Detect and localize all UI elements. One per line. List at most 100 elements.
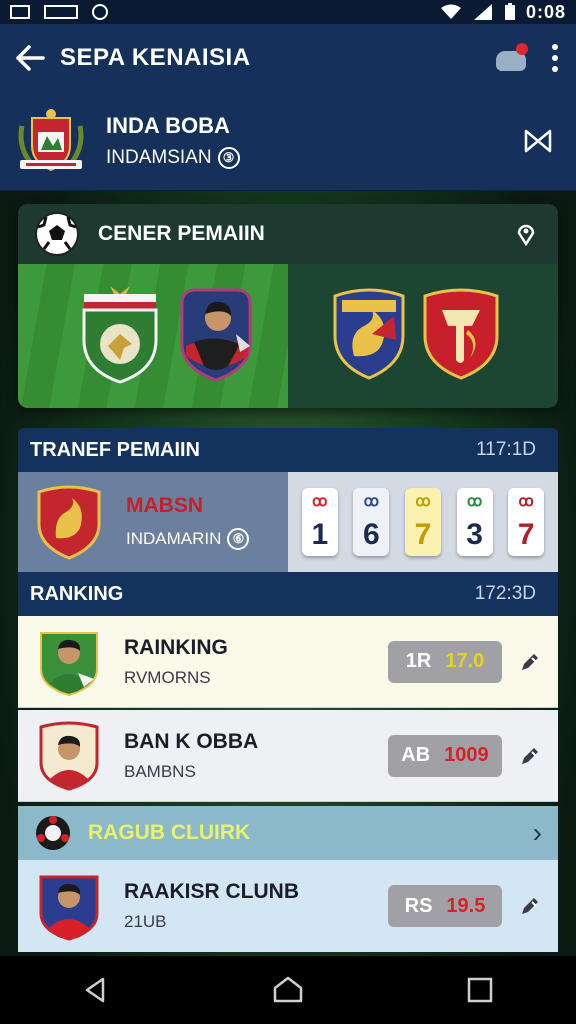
page-title: SEPA KENAISIA: [60, 44, 251, 71]
club-crest-logo: [16, 106, 86, 176]
pencil-icon: [522, 747, 538, 764]
notification-dot: [516, 43, 528, 55]
pencil-icon: [522, 653, 538, 670]
score-tile-value: 6: [363, 518, 380, 551]
club-row-sub: 21UB: [124, 912, 167, 931]
notification-icon: [10, 5, 30, 19]
score-tile-value: 1: [311, 518, 329, 551]
club-name: INDA BOBA: [106, 113, 230, 138]
ranking-code: 172:3D: [474, 583, 536, 604]
edit-button[interactable]: [502, 642, 558, 682]
ranking-score-value: 1009: [444, 744, 489, 766]
arrow-left-icon: [16, 45, 45, 71]
edit-button[interactable]: [502, 736, 558, 776]
ranking-sub: BAMBNS: [124, 761, 196, 781]
ranking-score-label: 1R: [405, 650, 432, 672]
transfer-team-sub: INDAMARIN: [126, 529, 222, 548]
away-team-crest: [332, 286, 406, 387]
notifications-button[interactable]: [492, 41, 528, 75]
score-tile: ꝏ7: [508, 488, 545, 556]
score-tile-mark: ꝏ: [312, 493, 328, 510]
more-dot-icon: [552, 44, 558, 50]
signal-icon: [473, 4, 492, 20]
soccer-ball-icon: [34, 211, 80, 257]
club-row[interactable]: RAAKISR CLUNB 21UB RS 19.5: [18, 860, 558, 952]
ranking-header: RANKING 172:3D: [18, 572, 558, 616]
nav-recents-button[interactable]: [450, 965, 510, 1015]
club-row-name: RAAKISR CLUNB: [124, 880, 299, 903]
more-dot-icon: [552, 66, 558, 72]
ranking-score: 1R 17.0: [388, 640, 502, 683]
ranking-score: AB 1009: [388, 734, 502, 777]
bookmark-button[interactable]: [522, 125, 554, 157]
club-group-label: RAGUB CLUIRK: [88, 821, 251, 844]
ranking-row[interactable]: BAN K OBBA BAMBNS AB 1009: [18, 710, 558, 802]
score-tile-value: 7: [414, 518, 432, 551]
club-row-score: RS 19.5: [388, 885, 502, 927]
ranking-name: BAN K OBBA: [124, 729, 259, 753]
system-nav-bar: [0, 956, 576, 1024]
score-tile-value: 3: [466, 518, 483, 551]
transfer-code: 117:1D: [476, 439, 536, 460]
transfer-team[interactable]: MABSN INDAMARIN ⑥: [18, 472, 288, 572]
score-tile: ꝏ3: [456, 488, 493, 556]
pitch-right: [288, 264, 558, 408]
score-tiles: ꝏ1ꝏ6ꝏ7ꝏ3ꝏ7: [288, 472, 558, 572]
triangle-back-icon: [85, 977, 105, 1003]
score-tile: ꝏ6: [353, 488, 390, 556]
chevron-right-icon: ›: [532, 817, 542, 848]
ranking-row[interactable]: RAINKING RVMORNS 1R 17.0: [18, 616, 558, 708]
ranking-name: RAINKING: [124, 635, 228, 659]
score-tile: ꝏ7: [404, 488, 441, 556]
media-icon: [44, 5, 78, 19]
score-tile-mark: ꝏ: [415, 493, 431, 510]
nav-back-button[interactable]: [66, 965, 126, 1015]
clock: 0:08: [525, 1, 566, 22]
bookmark-icon: [524, 129, 552, 153]
home-icon: [273, 976, 303, 1003]
status-bar: 0:08: [0, 0, 576, 24]
ranking-title: RANKING: [30, 582, 124, 605]
score-tile: ꝏ1: [301, 488, 338, 556]
transfer-panel: TRANEF PEMAIIN 117:1D MABSN INDAMARIN ⑥ …: [18, 428, 558, 572]
pitch-left: [18, 264, 288, 408]
sync-icon: [92, 4, 108, 20]
player-avatar: [38, 871, 100, 941]
club-subtitle: INDAMSIAN: [106, 147, 212, 168]
club-header: INDA BOBA INDAMSIAN ③: [0, 92, 576, 191]
transfer-title: TRANEF PEMAIIN: [30, 438, 200, 461]
club-row-score-label: RS: [404, 894, 433, 917]
ranking-sub: RVMORNS: [124, 667, 211, 687]
more-options-button[interactable]: [552, 44, 558, 72]
location-pin-icon[interactable]: [514, 222, 538, 247]
club-group-row[interactable]: RAGUB CLUIRK ›: [18, 806, 558, 860]
square-recents-icon: [467, 977, 493, 1003]
player-avatar: [38, 721, 100, 791]
transfer-team-name: MABSN: [126, 494, 203, 517]
score-tile-mark: ꝏ: [518, 493, 534, 510]
score-tile-mark: ꝏ: [363, 493, 380, 510]
app-bar: SEPA KENAISIA: [0, 24, 576, 92]
nav-home-button[interactable]: [258, 965, 318, 1015]
match-title: CENER PEMAIIN: [98, 222, 265, 245]
wifi-icon: [440, 4, 461, 19]
player-avatar: [38, 627, 100, 697]
more-dot-icon: [552, 55, 558, 61]
match-card[interactable]: CENER PEMAIIN: [18, 204, 558, 408]
transfer-team-crest: [36, 484, 102, 560]
club-row-score-value: 19.5: [446, 894, 486, 917]
pencil-icon: [522, 898, 538, 914]
score-tile-value: 7: [517, 518, 535, 551]
battery-icon: [504, 3, 515, 20]
ranking-score-value: 17.0: [445, 650, 485, 672]
home-team-crest: [80, 282, 160, 391]
score-tile-mark: ꝏ: [466, 493, 483, 510]
player-avatar: [176, 284, 256, 389]
rival-team-crest: [422, 286, 500, 387]
soccer-ball-icon: [34, 814, 72, 852]
edit-button[interactable]: [502, 886, 558, 926]
transfer-team-badge: ⑥: [227, 528, 250, 550]
club-badge: ③: [217, 147, 240, 169]
ranking-score-label: AB: [401, 744, 431, 766]
back-button[interactable]: [0, 24, 60, 92]
